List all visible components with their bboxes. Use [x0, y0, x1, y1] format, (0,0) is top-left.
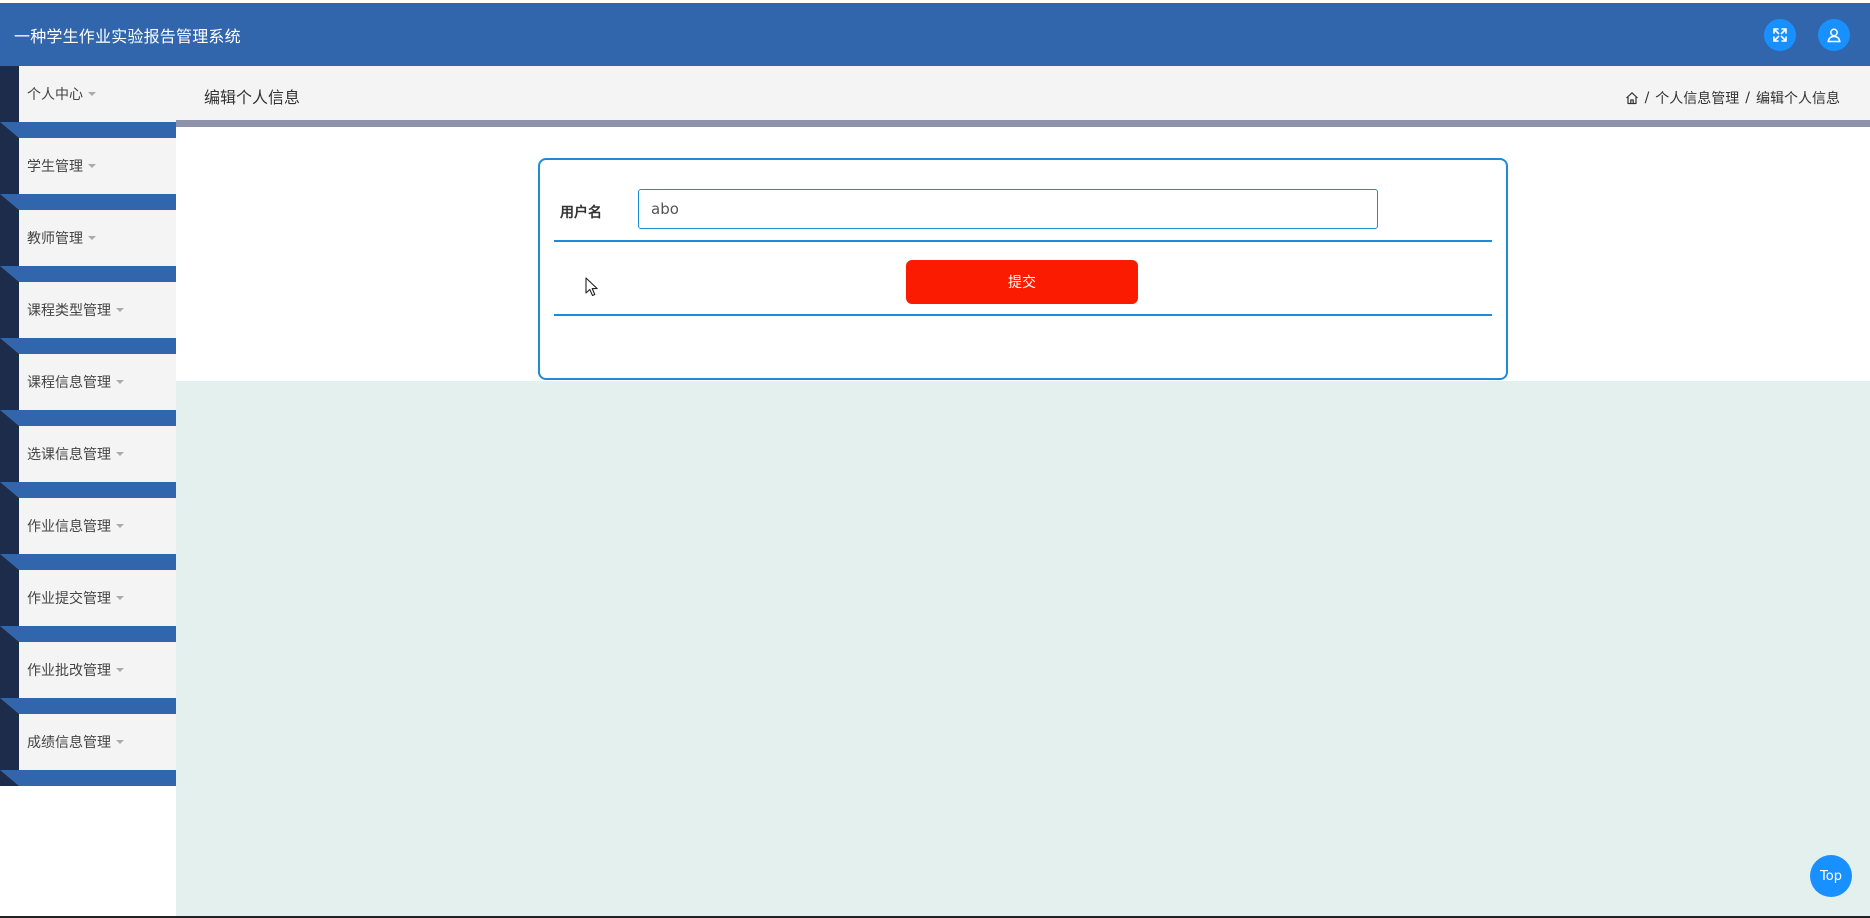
sidebar-item-grade-info-management[interactable]: 成绩信息管理	[0, 714, 176, 786]
caret-down-icon	[116, 668, 124, 672]
caret-down-icon	[116, 596, 124, 600]
breadcrumb-separator: /	[1745, 90, 1750, 106]
breadcrumb-separator: /	[1644, 90, 1650, 106]
username-input[interactable]	[638, 189, 1378, 229]
sidebar: 个人中心 学生管理 教师管理 课程类型管理 课程信息管理 选课信息管理 作业信息…	[0, 66, 176, 918]
username-label: 用户名	[560, 205, 602, 221]
username-row: 用户名	[554, 160, 1492, 242]
caret-down-icon	[88, 236, 96, 240]
sidebar-item-label: 作业批改管理	[27, 663, 111, 679]
app-header: 一种学生作业实验报告管理系统	[0, 3, 1870, 66]
caret-down-icon	[88, 164, 96, 168]
sidebar-item-label: 课程信息管理	[27, 375, 111, 391]
caret-down-icon	[116, 380, 124, 384]
user-icon	[1827, 28, 1841, 42]
caret-down-icon	[88, 92, 96, 96]
user-menu-button[interactable]	[1818, 18, 1850, 51]
sidebar-item-teacher-management[interactable]: 教师管理	[0, 210, 176, 282]
sidebar-item-label: 个人中心	[27, 87, 83, 103]
sidebar-item-label: 选课信息管理	[27, 447, 111, 463]
content-background	[176, 381, 1870, 918]
edit-profile-form: 用户名 提交	[538, 158, 1508, 380]
breadcrumb: / 个人信息管理 / 编辑个人信息	[1625, 66, 1840, 120]
sidebar-item-label: 学生管理	[27, 159, 83, 175]
sidebar-item-homework-info-management[interactable]: 作业信息管理	[0, 498, 176, 570]
page-header: 编辑个人信息 / 个人信息管理 / 编辑个人信息	[176, 66, 1870, 120]
caret-down-icon	[116, 308, 124, 312]
page-title: 编辑个人信息	[204, 88, 301, 107]
sidebar-item-label: 课程类型管理	[27, 303, 111, 319]
header-actions	[1764, 3, 1850, 66]
sidebar-item-label: 作业信息管理	[27, 519, 111, 535]
fullscreen-button[interactable]	[1764, 18, 1796, 51]
sidebar-item-student-management[interactable]: 学生管理	[0, 138, 176, 210]
caret-down-icon	[116, 452, 124, 456]
header-divider	[176, 120, 1870, 127]
submit-button[interactable]: 提交	[906, 260, 1138, 304]
caret-down-icon	[116, 524, 124, 528]
home-icon[interactable]	[1625, 91, 1639, 105]
submit-row: 提交	[554, 242, 1492, 316]
caret-down-icon	[116, 740, 124, 744]
sidebar-item-course-info-management[interactable]: 课程信息管理	[0, 354, 176, 426]
fullscreen-icon	[1773, 27, 1787, 42]
sidebar-item-personal-center[interactable]: 个人中心	[0, 66, 176, 138]
app-title: 一种学生作业实验报告管理系统	[14, 26, 241, 46]
breadcrumb-item-edit-personal-info: 编辑个人信息	[1756, 91, 1840, 107]
mouse-cursor-icon	[585, 277, 598, 297]
sidebar-item-homework-submission-management[interactable]: 作业提交管理	[0, 570, 176, 642]
back-to-top-button[interactable]: Top	[1810, 855, 1852, 897]
sidebar-item-label: 成绩信息管理	[27, 735, 111, 751]
sidebar-item-course-selection-management[interactable]: 选课信息管理	[0, 426, 176, 498]
sidebar-item-homework-grading-management[interactable]: 作业批改管理	[0, 642, 176, 714]
sidebar-item-label: 作业提交管理	[27, 591, 111, 607]
sidebar-item-label: 教师管理	[27, 231, 83, 247]
breadcrumb-item-personal-info[interactable]: 个人信息管理	[1655, 88, 1739, 108]
sidebar-item-course-type-management[interactable]: 课程类型管理	[0, 282, 176, 354]
